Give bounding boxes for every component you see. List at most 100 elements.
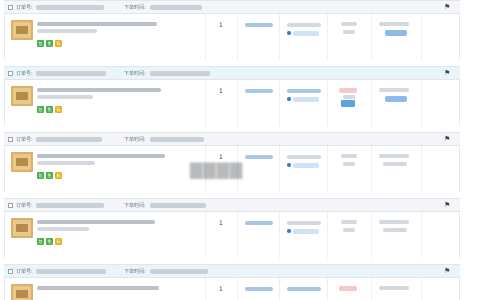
order-status-sub — [343, 30, 355, 34]
order-item-row: 包 免 标 1 — [4, 14, 460, 60]
order-header: 订单号: 下单时间: ⚑ — [4, 132, 460, 146]
order-header: 订单号: 下单时间: ⚑ — [4, 198, 460, 212]
product-title[interactable] — [37, 22, 157, 26]
order-time-value — [150, 203, 206, 208]
logistics-info — [379, 22, 409, 26]
buyer-tag — [293, 31, 319, 36]
tag-badge: 标 — [55, 106, 62, 113]
product-spec — [37, 227, 89, 231]
order-number-label: 订单号: — [16, 137, 33, 143]
tag-badge: 包 — [37, 40, 44, 47]
order-header: 订单号: 下单时间: ⚑ — [4, 264, 460, 278]
buyer-tag — [293, 163, 319, 168]
order-time-value — [150, 137, 204, 142]
order-header: 订单号: 下单时间: ⚑ — [4, 66, 460, 80]
order-number-label: 订单号: — [16, 5, 33, 11]
status-badge — [339, 286, 357, 291]
product-title[interactable] — [37, 220, 155, 224]
flag-icon[interactable]: ⚑ — [444, 3, 450, 11]
order-checkbox[interactable] — [8, 71, 13, 76]
info-icon — [287, 97, 291, 101]
order-time-value — [150, 5, 202, 10]
order-checkbox[interactable] — [8, 137, 13, 142]
product-spec — [37, 29, 97, 33]
product-title[interactable] — [37, 154, 165, 158]
order-checkbox[interactable] — [8, 203, 13, 208]
order-number-value — [36, 137, 102, 142]
order-header: 订单号: 下单时间: ⚑ — [4, 0, 460, 14]
item-quantity: 1 — [219, 286, 223, 293]
logistics-info — [379, 154, 409, 158]
logistics-info — [379, 286, 409, 290]
tag-badge: 包 — [37, 106, 44, 113]
action-button[interactable] — [341, 100, 355, 107]
product-tags: 包 免 标 — [37, 106, 62, 113]
flag-icon[interactable]: ⚑ — [444, 201, 450, 209]
order-list-page: 订单号: 下单时间: ⚑ 包 免 标 1 订单号: 下单时间: ⚑ 包 免 标 … — [0, 0, 480, 300]
order-status-sub — [343, 162, 355, 166]
order-checkbox[interactable] — [8, 269, 13, 274]
tag-badge: 包 — [37, 172, 44, 179]
product-thumbnail[interactable] — [11, 20, 33, 40]
order-number-value — [36, 203, 104, 208]
product-tags: 包 免 标 — [37, 40, 62, 47]
buyer-name[interactable] — [287, 23, 321, 27]
order-number-value — [36, 71, 106, 76]
buyer-name[interactable] — [287, 155, 321, 159]
order-time-label: 下单时间: — [124, 5, 146, 11]
order-time-label: 下单时间: — [124, 203, 146, 209]
tag-badge: 标 — [55, 238, 62, 245]
product-spec — [37, 95, 93, 99]
order-time-value — [150, 71, 210, 76]
buyer-name[interactable] — [287, 221, 321, 225]
order-item-row: 1 — [4, 278, 460, 300]
buyer-tag — [293, 97, 319, 102]
order-status — [341, 154, 357, 158]
product-tags: 包 免 标 — [37, 238, 62, 245]
product-title[interactable] — [37, 286, 159, 290]
order-time-label: 下单时间: — [124, 269, 146, 275]
product-thumbnail[interactable] — [11, 218, 33, 238]
product-title[interactable] — [37, 88, 161, 92]
item-quantity: 1 — [219, 22, 223, 29]
tag-badge: 免 — [46, 40, 53, 47]
item-quantity: 1 — [219, 220, 223, 227]
status-badge — [339, 88, 357, 93]
logistics-detail — [383, 162, 407, 166]
order-number-label: 订单号: — [16, 71, 33, 77]
item-quantity: 1 — [219, 88, 223, 95]
watermark: ▇▇▇▇ — [190, 160, 244, 179]
product-thumbnail[interactable] — [11, 152, 33, 172]
tag-badge: 免 — [46, 106, 53, 113]
item-price — [245, 287, 273, 291]
order-status-sub — [343, 228, 355, 232]
order-status — [343, 95, 355, 99]
order-status — [341, 220, 357, 224]
tag-badge: 免 — [46, 172, 53, 179]
order-item-row: 包 免 标 1 — [4, 212, 460, 258]
buyer-name[interactable] — [287, 287, 321, 291]
info-icon — [287, 31, 291, 35]
order-time-label: 下单时间: — [124, 71, 146, 77]
item-price — [245, 89, 273, 93]
order-checkbox[interactable] — [8, 5, 13, 10]
logistics-info — [379, 220, 409, 224]
flag-icon[interactable]: ⚑ — [444, 267, 450, 275]
buyer-name[interactable] — [287, 89, 321, 93]
item-price — [245, 221, 273, 225]
order-status — [341, 22, 357, 26]
logistics-button[interactable] — [385, 96, 407, 102]
item-price — [245, 155, 273, 159]
tag-badge: 标 — [55, 40, 62, 47]
product-thumbnail[interactable] — [11, 284, 33, 300]
flag-icon[interactable]: ⚑ — [444, 135, 450, 143]
tag-badge: 标 — [55, 172, 62, 179]
order-number-label: 订单号: — [16, 269, 33, 275]
logistics-info — [379, 88, 409, 92]
tag-badge: 包 — [37, 238, 44, 245]
product-thumbnail[interactable] — [11, 86, 33, 106]
logistics-button[interactable] — [385, 30, 407, 36]
buyer-tag — [293, 229, 319, 234]
product-tags: 包 免 标 — [37, 172, 62, 179]
flag-icon[interactable]: ⚑ — [444, 69, 450, 77]
